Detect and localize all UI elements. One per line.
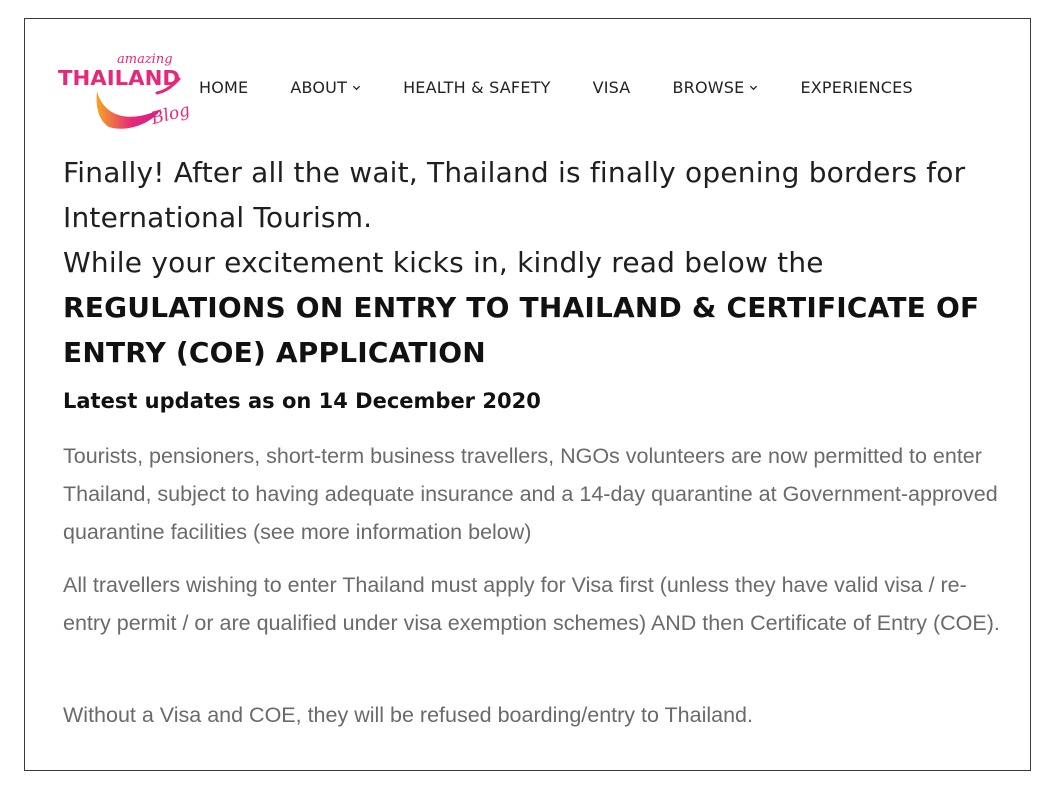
- nav-about[interactable]: ABOUT: [290, 78, 361, 97]
- page-frame: amazing THAILAND Blog HOME ABOUT HEALTH …: [24, 18, 1031, 771]
- nav-home[interactable]: HOME: [199, 78, 248, 97]
- logo-script-text: Blog: [148, 100, 192, 129]
- nav-experiences[interactable]: EXPERIENCES: [800, 78, 912, 97]
- main-nav: HOME ABOUT HEALTH & SAFETY VISA BROWSE E…: [199, 75, 955, 99]
- logo-top-text: amazing: [117, 52, 173, 67]
- page-heading: REGULATIONS ON ENTRY TO THAILAND & CERTI…: [63, 291, 980, 369]
- intro-block: Finally! After all the wait, Thailand is…: [63, 150, 1003, 375]
- logo-main-text: THAILAND: [58, 66, 180, 90]
- nav-experiences-label: EXPERIENCES: [800, 77, 913, 97]
- updates-subheading: Latest updates as on 14 December 2020: [63, 389, 541, 413]
- paragraph-refusal-warning: Without a Visa and COE, they will be ref…: [63, 703, 753, 727]
- intro-line-2: While your excitement kicks in, kindly r…: [63, 246, 824, 279]
- nav-visa[interactable]: VISA: [593, 78, 631, 97]
- nav-browse-label: BROWSE: [672, 77, 745, 97]
- nav-health-safety[interactable]: HEALTH & SAFETY: [403, 78, 551, 97]
- paragraph-visa-requirement: All travellers wishing to enter Thailand…: [63, 573, 1000, 635]
- intro-line-1: Finally! After all the wait, Thailand is…: [63, 156, 966, 234]
- paragraph-tourists: Tourists, pensioners, short-term busines…: [63, 444, 998, 544]
- nav-about-label: ABOUT: [290, 77, 348, 97]
- nav-home-label: HOME: [199, 77, 249, 97]
- nav-visa-label: VISA: [592, 77, 631, 97]
- chevron-down-icon: [352, 85, 361, 90]
- nav-health-safety-label: HEALTH & SAFETY: [403, 77, 551, 97]
- chevron-down-icon: [750, 85, 758, 90]
- nav-browse[interactable]: BROWSE: [672, 78, 758, 97]
